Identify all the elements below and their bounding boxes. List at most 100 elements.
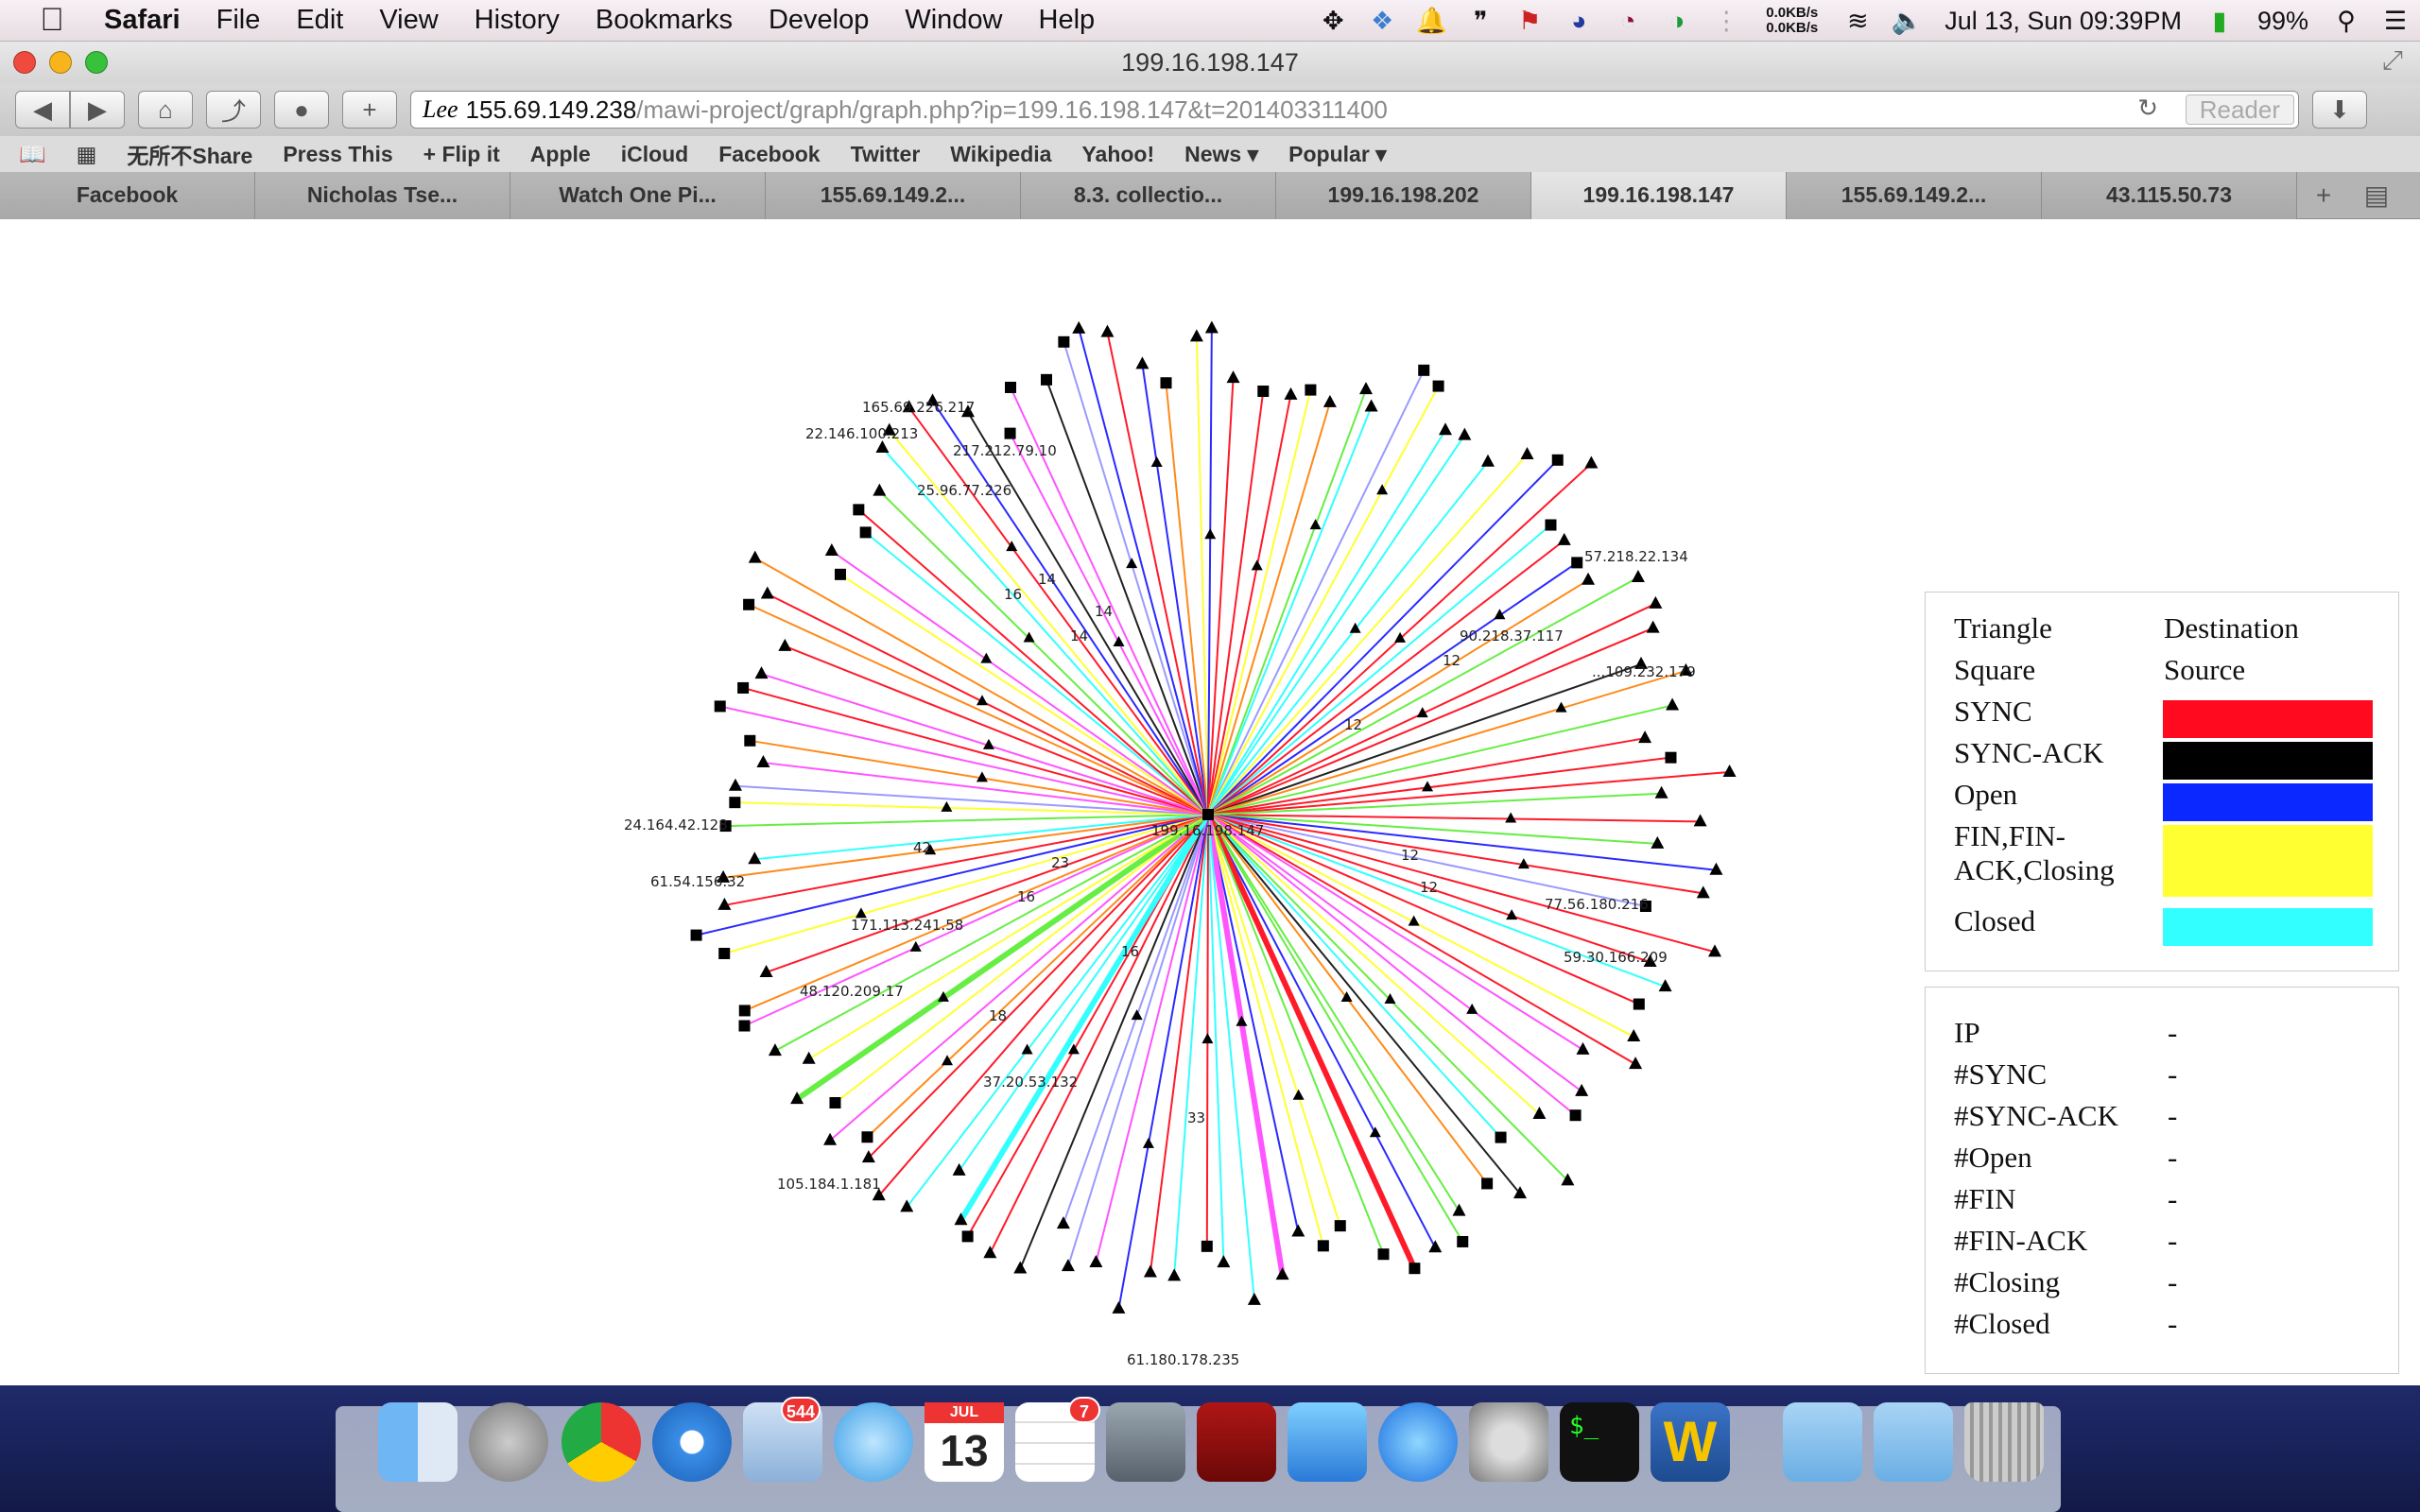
inner-node[interactable] bbox=[1150, 455, 1163, 467]
destination-node[interactable] bbox=[1089, 1254, 1103, 1267]
source-node[interactable] bbox=[829, 1096, 841, 1108]
destination-node[interactable] bbox=[748, 851, 762, 865]
tab-overview-icon[interactable]: ▤ bbox=[2350, 180, 2403, 211]
destination-node[interactable] bbox=[1458, 427, 1472, 440]
destination-node[interactable] bbox=[1100, 324, 1115, 337]
destination-node[interactable] bbox=[1359, 382, 1374, 395]
destination-node[interactable] bbox=[1428, 1240, 1443, 1253]
source-node[interactable] bbox=[743, 598, 755, 610]
source-node[interactable] bbox=[1040, 373, 1052, 386]
source-node[interactable] bbox=[1005, 381, 1017, 393]
new-tab-button[interactable]: + bbox=[2297, 180, 2350, 211]
source-node[interactable] bbox=[1569, 1109, 1582, 1122]
spotlight-icon[interactable]: ⚲ bbox=[2322, 7, 2371, 36]
apple-menu-icon[interactable]:  bbox=[0, 2, 104, 39]
inner-node[interactable] bbox=[1309, 519, 1322, 530]
tab-155-69-149-a[interactable]: 155.69.149.2... bbox=[766, 171, 1021, 219]
destination-node[interactable] bbox=[1649, 595, 1663, 609]
destination-node[interactable] bbox=[1284, 387, 1298, 400]
menu-develop[interactable]: Develop bbox=[769, 5, 869, 36]
itunes-icon[interactable] bbox=[1378, 1402, 1458, 1482]
pie-green-icon[interactable]: ◑ bbox=[1652, 7, 1702, 36]
source-node[interactable] bbox=[1495, 1131, 1507, 1143]
source-node[interactable] bbox=[1004, 427, 1016, 439]
source-node[interactable] bbox=[1334, 1220, 1346, 1232]
source-node[interactable] bbox=[1305, 384, 1317, 396]
inner-node[interactable] bbox=[941, 800, 953, 812]
clock[interactable]: Jul 13, Sun 09:39PM bbox=[1945, 7, 2182, 36]
inner-node[interactable] bbox=[1204, 528, 1217, 540]
forward-button[interactable]: ▶ bbox=[70, 91, 125, 129]
destination-node[interactable] bbox=[1532, 1107, 1547, 1120]
menu-window[interactable]: Window bbox=[905, 5, 1002, 36]
destination-node[interactable] bbox=[1646, 620, 1660, 633]
source-node[interactable] bbox=[738, 1020, 751, 1032]
source-node[interactable] bbox=[1633, 998, 1645, 1010]
source-node[interactable] bbox=[714, 700, 726, 713]
destination-node[interactable] bbox=[1217, 1255, 1231, 1268]
bookmark-news[interactable]: News ▾ bbox=[1184, 142, 1258, 167]
inner-node[interactable] bbox=[1394, 631, 1407, 643]
destination-node[interactable] bbox=[754, 666, 769, 679]
safari-icon[interactable] bbox=[652, 1402, 732, 1482]
source-node[interactable] bbox=[1457, 1235, 1469, 1247]
tab-nicholas-tse[interactable]: Nicholas Tse... bbox=[255, 171, 510, 219]
destination-node[interactable] bbox=[1056, 1216, 1070, 1229]
destination-node[interactable] bbox=[1582, 572, 1596, 585]
menu-help[interactable]: Help bbox=[1039, 5, 1096, 36]
calendar-icon[interactable]: JUL 13 bbox=[925, 1402, 1004, 1482]
inner-node[interactable] bbox=[1466, 1003, 1478, 1014]
bookmark-icloud[interactable]: iCloud bbox=[621, 142, 689, 167]
terminal-icon[interactable]: $_ bbox=[1560, 1402, 1639, 1482]
source-node[interactable] bbox=[718, 947, 731, 959]
destination-node[interactable] bbox=[1135, 356, 1150, 369]
destination-node[interactable] bbox=[1575, 1083, 1589, 1096]
reload-icon[interactable]: ↻ bbox=[2137, 94, 2158, 123]
facetime-icon[interactable] bbox=[1106, 1402, 1185, 1482]
source-node[interactable] bbox=[1432, 380, 1444, 392]
destination-node[interactable] bbox=[1143, 1264, 1157, 1278]
destination-node[interactable] bbox=[1275, 1267, 1289, 1280]
source-node[interactable] bbox=[1160, 377, 1172, 389]
add-bookmark-button[interactable]: + bbox=[342, 91, 397, 129]
inner-node[interactable] bbox=[1505, 812, 1517, 823]
inner-node[interactable] bbox=[1126, 558, 1138, 569]
center-node[interactable] bbox=[1202, 809, 1214, 820]
dots-icon[interactable]: ⋮ bbox=[1702, 7, 1751, 36]
destination-node[interactable] bbox=[873, 483, 887, 496]
iphoto-icon[interactable] bbox=[1288, 1402, 1367, 1482]
destination-node[interactable] bbox=[1629, 1057, 1643, 1070]
destination-node[interactable] bbox=[1584, 455, 1599, 469]
source-node[interactable] bbox=[1377, 1248, 1390, 1261]
tab-collections[interactable]: 8.3. collectio... bbox=[1021, 171, 1276, 219]
trash-icon[interactable] bbox=[1964, 1402, 2044, 1482]
inner-node[interactable] bbox=[1369, 1126, 1381, 1138]
destination-node[interactable] bbox=[824, 543, 838, 557]
menu-view[interactable]: View bbox=[379, 5, 438, 36]
destination-node[interactable] bbox=[1061, 1259, 1075, 1272]
tab-facebook[interactable]: Facebook bbox=[0, 171, 255, 219]
destination-node[interactable] bbox=[1576, 1041, 1590, 1055]
destination-node[interactable] bbox=[778, 638, 792, 651]
downloads-folder-icon[interactable] bbox=[1783, 1402, 1862, 1482]
inner-node[interactable] bbox=[980, 652, 993, 663]
source-node[interactable] bbox=[834, 568, 846, 580]
bookmark-apple[interactable]: Apple bbox=[530, 142, 591, 167]
destination-node[interactable] bbox=[760, 586, 774, 599]
inner-node[interactable] bbox=[1494, 609, 1506, 620]
bookmark-wusuobushare[interactable]: 无所不Share bbox=[127, 138, 252, 170]
destination-node[interactable] bbox=[1291, 1224, 1305, 1237]
source-node[interactable] bbox=[859, 526, 872, 539]
photo-booth-icon[interactable] bbox=[1197, 1402, 1276, 1482]
destination-node[interactable] bbox=[1226, 370, 1240, 384]
inner-node[interactable] bbox=[1236, 1015, 1248, 1026]
destination-node[interactable] bbox=[1247, 1292, 1261, 1305]
destination-node[interactable] bbox=[1480, 454, 1495, 467]
destination-node[interactable] bbox=[1013, 1261, 1028, 1274]
source-node[interactable] bbox=[1317, 1240, 1329, 1252]
destination-node[interactable] bbox=[1557, 532, 1571, 545]
finder-icon[interactable] bbox=[378, 1402, 458, 1482]
destination-node[interactable] bbox=[1693, 814, 1707, 827]
source-node[interactable] bbox=[737, 681, 750, 694]
bookmark-press-this[interactable]: Press This bbox=[283, 142, 392, 167]
